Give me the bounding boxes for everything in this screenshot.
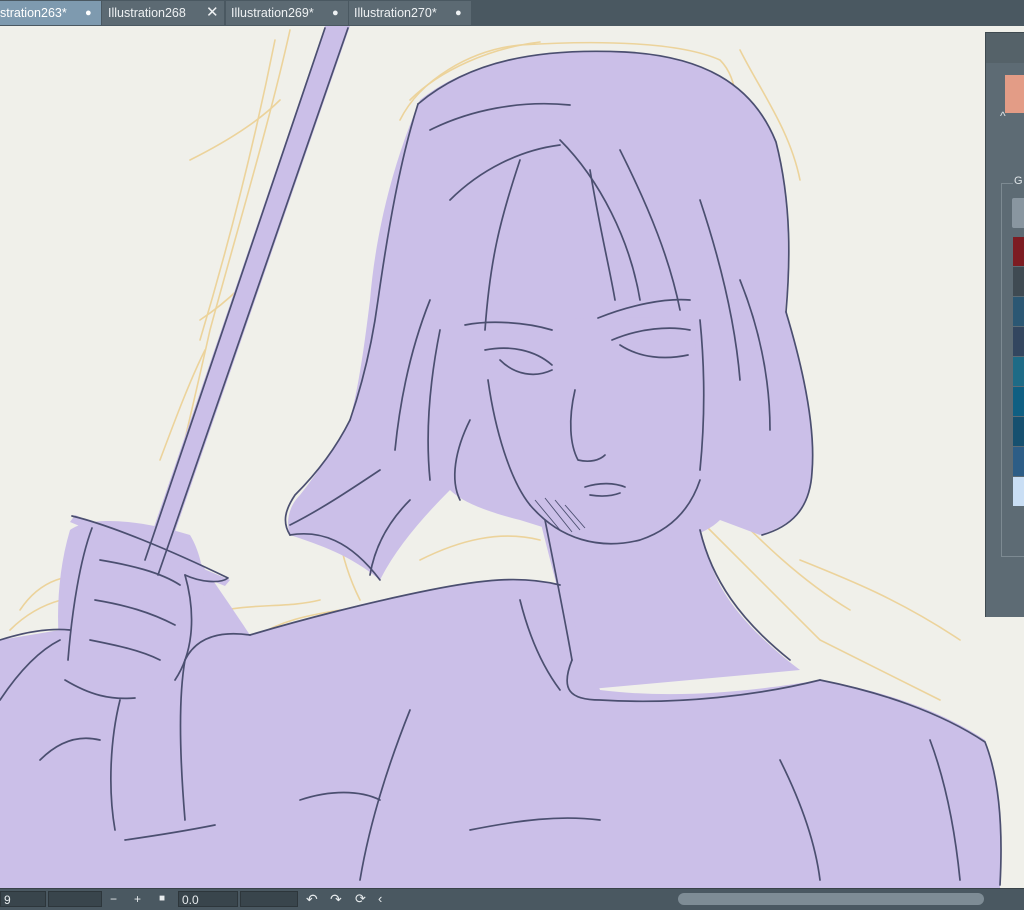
palette-color-swatch[interactable] — [1013, 357, 1024, 386]
zoom-value-field[interactable]: 9 — [0, 891, 46, 907]
zoom-in-button[interactable]: + — [134, 891, 141, 907]
rotation-value-field[interactable]: 0.0 — [178, 891, 238, 907]
unsaved-dot-icon: ● — [85, 7, 92, 19]
zoom-out-button[interactable]: − — [110, 891, 117, 907]
palette-color-swatch[interactable] — [1013, 417, 1024, 446]
palette-color-swatch[interactable] — [1013, 387, 1024, 416]
chevron-up-icon[interactable]: ^ — [1000, 109, 1006, 123]
tab-illustration270[interactable]: Illustration270* ● — [349, 1, 471, 25]
palette-color-swatch[interactable] — [1013, 447, 1024, 476]
tab-label: stration263* — [0, 6, 67, 20]
reset-rotation-icon[interactable]: ⟳ — [355, 891, 366, 907]
tab-illustration263[interactable]: stration263* ● — [0, 1, 101, 25]
document-tab-bar: stration263* ● Illustration268 ✕ Illustr… — [0, 0, 1024, 27]
rotation-slider[interactable] — [240, 891, 298, 907]
palette-color-swatch[interactable] — [1013, 267, 1024, 296]
unsaved-dot-icon: ● — [332, 7, 339, 19]
tab-label: Illustration269* — [231, 6, 314, 20]
color-palette-panel: ^ G — [985, 32, 1024, 617]
tab-illustration269[interactable]: Illustration269* ● — [226, 1, 348, 25]
rotate-right-icon[interactable]: ↷ — [330, 891, 342, 907]
horizontal-scrollbar-thumb[interactable] — [678, 893, 984, 905]
canvas-status-bar: 9 − + ■ 0.0 ↶ ↷ ⟳ ‹ — [0, 888, 1024, 910]
tab-label: Illustration268 — [108, 6, 186, 20]
close-tab-icon[interactable]: ✕ — [206, 1, 219, 25]
main-color-swatch[interactable] — [1005, 75, 1024, 113]
palette-color-swatch[interactable] — [1013, 477, 1024, 506]
palette-group-label: G — [1013, 175, 1024, 187]
palette-menu-button[interactable] — [1012, 198, 1024, 228]
fit-square-icon[interactable]: ■ — [159, 891, 165, 907]
unsaved-dot-icon: ● — [455, 7, 462, 19]
panel-titlebar[interactable] — [986, 33, 1024, 63]
palette-color-swatch[interactable] — [1013, 327, 1024, 356]
collapse-arrow-icon[interactable]: ‹ — [378, 891, 382, 907]
zoom-slider[interactable] — [48, 891, 102, 907]
palette-color-swatch[interactable] — [1013, 237, 1024, 266]
tab-label: Illustration270* — [354, 6, 437, 20]
palette-color-swatch[interactable] — [1013, 297, 1024, 326]
drawing-canvas[interactable] — [0, 26, 1024, 888]
artwork — [0, 26, 1024, 888]
tab-illustration268[interactable]: Illustration268 ✕ — [102, 1, 224, 25]
rotate-left-icon[interactable]: ↶ — [306, 891, 318, 907]
